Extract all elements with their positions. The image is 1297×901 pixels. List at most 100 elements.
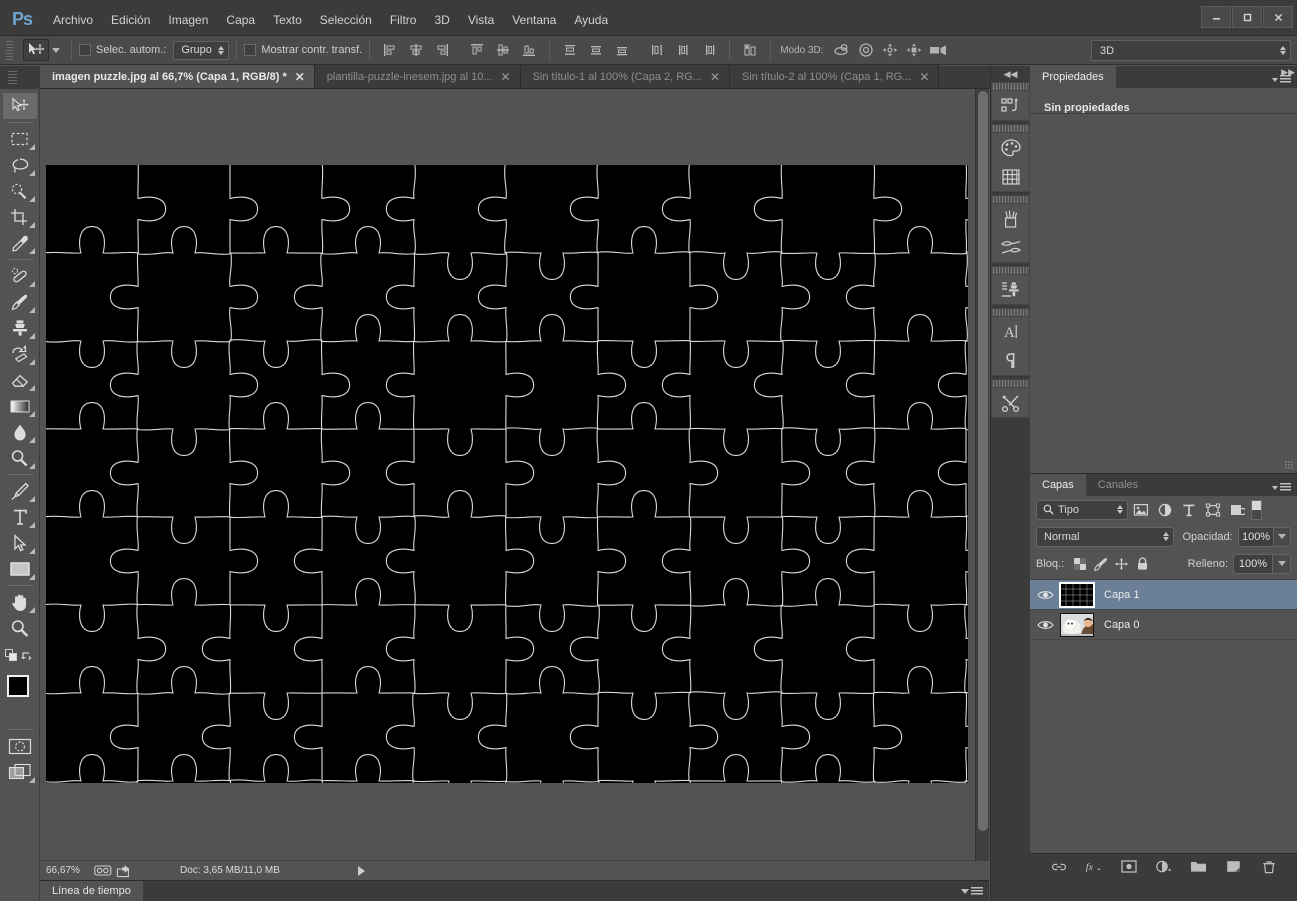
rectangle-shape-icon[interactable] <box>3 556 37 582</box>
tool-flyout-icon[interactable] <box>29 437 35 443</box>
tab-propiedades[interactable]: Propiedades <box>1030 66 1116 88</box>
tool-flyout-icon[interactable] <box>29 522 35 528</box>
align-horizontal-centers-icon[interactable] <box>404 39 428 61</box>
tool-flyout-icon[interactable] <box>29 463 35 469</box>
tool-preset-picker[interactable] <box>19 39 64 61</box>
canvas-vertical-scrollbar[interactable] <box>975 89 989 860</box>
rotate-3d-object-icon[interactable] <box>830 39 854 61</box>
distribute-top-edges-icon[interactable] <box>558 39 582 61</box>
layer-name[interactable]: Capa 1 <box>1104 589 1139 601</box>
align-top-edges-icon[interactable] <box>465 39 489 61</box>
brush-tool-icon[interactable] <box>3 289 37 315</box>
move-tool-icon[interactable] <box>3 93 37 119</box>
path-selection-icon[interactable] <box>3 530 37 556</box>
tool-flyout-icon[interactable] <box>29 548 35 554</box>
document-tab-sin-titulo-1[interactable]: Sin título-1 al 100% (Capa 2, RG... ✕ <box>521 65 730 88</box>
brush-panel-icon[interactable] <box>992 233 1030 262</box>
tool-presets-icon[interactable] <box>992 388 1030 417</box>
screen-mode-icon[interactable] <box>3 759 37 785</box>
document-tab-plantilla-puzzle[interactable]: plantilla-puzzle-inesem.jpg al 10... ✕ <box>315 65 521 88</box>
default-colors-icon[interactable] <box>5 649 19 663</box>
layer-row-capa-0[interactable]: Capa 0 <box>1030 610 1297 640</box>
lock-transparent-pixels-icon[interactable] <box>1069 554 1090 574</box>
new-adjustment-layer-icon[interactable] <box>1155 858 1173 876</box>
tool-flyout-icon[interactable] <box>29 248 35 254</box>
document-tab-imagen-puzzle[interactable]: imagen puzzle.jpg al 66,7% (Capa 1, RGB/… <box>40 65 315 88</box>
paragraph-panel-icon[interactable] <box>992 346 1030 375</box>
history-panel-icon[interactable] <box>992 91 1030 120</box>
opacity-dropdown-arrow-icon[interactable] <box>1274 527 1291 547</box>
panel-menu-icon[interactable] <box>1272 483 1291 492</box>
auto-select-scope-dropdown[interactable]: Grupo <box>173 41 229 60</box>
layer-row-capa-1[interactable]: Capa 1 <box>1030 580 1297 610</box>
menu-ayuda[interactable]: Ayuda <box>565 8 617 32</box>
blend-mode-dropdown[interactable]: Normal <box>1036 527 1174 547</box>
menu-capa[interactable]: Capa <box>217 8 264 32</box>
tool-flyout-icon[interactable] <box>29 411 35 417</box>
auto-align-layers-icon[interactable] <box>738 39 762 61</box>
tool-flyout-icon[interactable] <box>29 607 35 613</box>
close-icon[interactable]: ✕ <box>710 71 720 83</box>
timeline-tab[interactable]: Línea de tiempo <box>40 881 143 901</box>
filter-type-icon[interactable] <box>1178 500 1200 520</box>
dock-grip[interactable] <box>992 196 1029 204</box>
filter-enable-toggle[interactable] <box>1251 500 1262 520</box>
distribute-bottom-edges-icon[interactable] <box>610 39 634 61</box>
options-bar-grip[interactable] <box>4 39 16 61</box>
menu-seleccion[interactable]: Selección <box>311 8 381 32</box>
layer-style-icon[interactable]: fx <box>1085 858 1103 876</box>
maximize-button[interactable] <box>1232 6 1262 28</box>
scale-3d-object-icon[interactable] <box>926 39 950 61</box>
filter-pixel-icon[interactable] <box>1130 500 1152 520</box>
close-icon[interactable]: ✕ <box>919 71 929 83</box>
pan-3d-object-icon[interactable] <box>878 39 902 61</box>
collapse-right-panels-icon[interactable]: ▶▶ <box>1281 67 1295 78</box>
layer-thumbnail[interactable] <box>1060 583 1094 607</box>
layer-visibility-toggle[interactable] <box>1030 619 1060 631</box>
close-button[interactable] <box>1263 6 1293 28</box>
horizontal-type-icon[interactable] <box>3 504 37 530</box>
document-info[interactable]: Doc: 3,65 MB/11,0 MB <box>180 865 280 876</box>
history-brush-icon[interactable] <box>3 341 37 367</box>
tool-flyout-icon[interactable] <box>29 385 35 391</box>
distribute-vertical-centers-icon[interactable] <box>584 39 608 61</box>
color-panel-icon[interactable] <box>992 133 1030 162</box>
document-tab-sin-titulo-2[interactable]: Sin título-2 al 100% (Capa 1, RG... ✕ <box>730 65 939 88</box>
fill-value[interactable]: 100% <box>1233 554 1273 574</box>
roll-3d-object-icon[interactable] <box>854 39 878 61</box>
close-icon[interactable]: ✕ <box>501 71 511 83</box>
new-group-icon[interactable] <box>1190 858 1208 876</box>
menu-vista[interactable]: Vista <box>459 8 503 32</box>
tool-flyout-icon[interactable] <box>29 170 35 176</box>
filter-shape-icon[interactable] <box>1202 500 1224 520</box>
new-layer-icon[interactable] <box>1225 858 1243 876</box>
tool-flyout-icon[interactable] <box>29 359 35 365</box>
camera-raw-icon[interactable] <box>94 863 112 879</box>
eyedropper-tool-icon[interactable] <box>3 230 37 256</box>
swap-colors-icon[interactable] <box>20 649 34 663</box>
blur-tool-icon[interactable] <box>3 419 37 445</box>
brush-presets-icon[interactable] <box>992 204 1030 233</box>
layer-visibility-toggle[interactable] <box>1030 589 1060 601</box>
menu-archivo[interactable]: Archivo <box>44 8 102 32</box>
tool-flyout-icon[interactable] <box>29 196 35 202</box>
dock-grip[interactable] <box>992 83 1029 91</box>
collapse-panels-icon[interactable]: ◀◀ <box>991 66 1030 82</box>
foreground-color-swatch[interactable] <box>7 675 29 697</box>
clone-source-icon[interactable] <box>992 275 1030 304</box>
quick-mask-mode-icon[interactable] <box>3 733 37 759</box>
tab-bar-grip[interactable] <box>8 71 17 85</box>
auto-select-checkbox[interactable] <box>79 44 91 56</box>
distribute-left-edges-icon[interactable] <box>645 39 669 61</box>
layer-mask-icon[interactable] <box>1120 858 1138 876</box>
layer-filter-type-dropdown[interactable]: Tipo <box>1036 500 1128 520</box>
status-bar-expand-arrow-icon[interactable] <box>358 866 365 876</box>
delete-layer-icon[interactable] <box>1260 858 1278 876</box>
tool-flyout-icon[interactable] <box>29 574 35 580</box>
share-icon[interactable] <box>115 863 133 879</box>
canvas[interactable] <box>46 165 968 783</box>
tool-flyout-icon[interactable] <box>29 144 35 150</box>
eraser-tool-icon[interactable] <box>3 367 37 393</box>
panel-menu-icon[interactable] <box>961 887 983 896</box>
dock-grip[interactable] <box>992 380 1029 388</box>
